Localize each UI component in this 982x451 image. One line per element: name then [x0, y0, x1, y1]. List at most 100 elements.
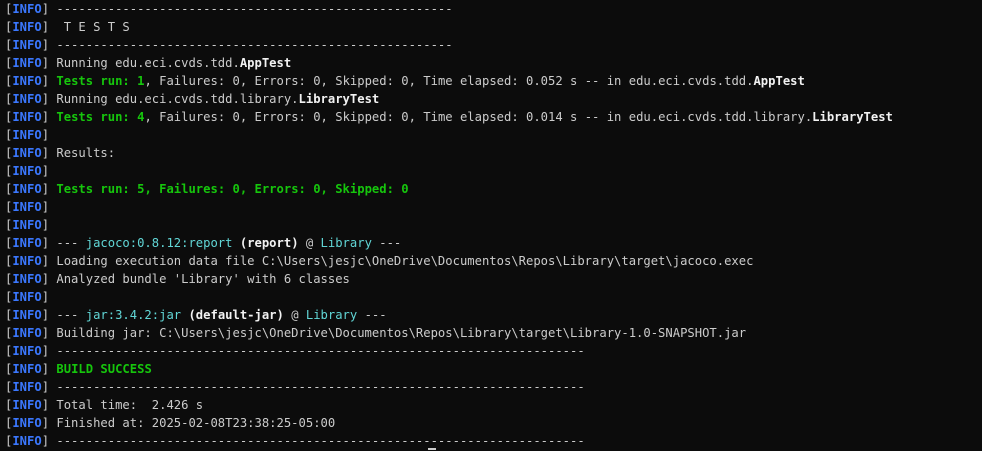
log-text-plain: @ — [298, 236, 321, 250]
log-text-plain: @ — [283, 308, 306, 322]
log-prefix-close: ] — [41, 362, 50, 376]
log-level-tag: INFO — [12, 92, 42, 106]
log-text-plain: --- — [49, 236, 86, 250]
log-line: [INFO] Tests run: 4, Failures: 0, Errors… — [5, 108, 980, 126]
log-level-tag: INFO — [12, 128, 42, 142]
log-level-tag: INFO — [12, 218, 42, 232]
log-level-tag: INFO — [12, 380, 42, 394]
log-line: [INFO] ---------------------------------… — [5, 36, 980, 54]
log-line: [INFO] ---------------------------------… — [5, 378, 980, 396]
log-text-plain: ----------------------------------------… — [49, 434, 585, 448]
log-level-tag: INFO — [12, 2, 42, 16]
log-prefix-close: ] — [41, 20, 50, 34]
log-level-tag: INFO — [12, 344, 42, 358]
log-text-green: Tests run: 1 — [56, 74, 145, 88]
log-prefix-close: ] — [41, 200, 50, 214]
log-prefix-close: ] — [41, 164, 50, 178]
log-text-cyan: jar:3.4.2:jar — [85, 308, 182, 322]
log-line: [INFO] --- jar:3.4.2:jar (default-jar) @… — [5, 306, 980, 324]
log-text-green: Tests run: 5, Failures: 0, Errors: 0, Sk… — [56, 182, 409, 196]
log-prefix-close: ] — [41, 128, 50, 142]
log-level-tag: INFO — [12, 272, 42, 286]
log-line: [INFO] Tests run: 5, Failures: 0, Errors… — [5, 180, 980, 198]
log-level-tag: INFO — [12, 398, 42, 412]
log-line: [INFO] Running edu.eci.cvds.tdd.AppTest — [5, 54, 980, 72]
log-prefix-close: ] — [41, 74, 50, 88]
log-text-cyan: Library — [305, 308, 358, 322]
log-level-tag: INFO — [12, 290, 42, 304]
log-line: [INFO] Results: — [5, 144, 980, 162]
log-line: [INFO] Analyzed bundle 'Library' with 6 … — [5, 270, 980, 288]
log-text-plain — [232, 236, 239, 250]
log-prefix-close: ] — [41, 416, 50, 430]
text-cursor — [428, 448, 436, 450]
log-level-tag: INFO — [12, 434, 42, 448]
log-text-bold: AppTest — [239, 56, 292, 70]
log-text-plain: , Failures: 0, Errors: 0, Skipped: 0, Ti… — [144, 74, 754, 88]
log-text-plain: Finished at: 2025-02-08T23:38:25-05:00 — [49, 416, 336, 430]
log-level-tag: INFO — [12, 308, 42, 322]
log-line: [INFO] Finished at: 2025-02-08T23:38:25-… — [5, 414, 980, 432]
log-level-tag: INFO — [12, 20, 42, 34]
log-level-tag: INFO — [12, 182, 42, 196]
log-text-plain: --- — [49, 308, 86, 322]
log-text-cyan: Library — [320, 236, 372, 250]
log-text-bold: LibraryTest — [812, 110, 893, 124]
log-text-green: BUILD SUCCESS — [56, 362, 152, 376]
log-text-plain: Building jar: C:\Users\jesjc\OneDrive\Do… — [49, 326, 747, 340]
log-prefix-close: ] — [41, 326, 50, 340]
log-text-plain: Analyzed bundle 'Library' with 6 classes — [49, 272, 350, 286]
log-line: [INFO] — [5, 288, 980, 306]
log-text-bold: (report) — [239, 236, 299, 250]
log-line: [INFO] BUILD SUCCESS — [5, 360, 980, 378]
log-line: [INFO] --- jacoco:0.8.12:report (report)… — [5, 234, 980, 252]
log-prefix-close: ] — [41, 2, 50, 16]
log-line: [INFO] Tests run: 1, Failures: 0, Errors… — [5, 72, 980, 90]
log-level-tag: INFO — [12, 326, 42, 340]
log-level-tag: INFO — [12, 254, 42, 268]
log-prefix-close: ] — [41, 380, 50, 394]
log-line: [INFO] Building jar: C:\Users\jesjc\OneD… — [5, 324, 980, 342]
log-prefix-close: ] — [41, 92, 50, 106]
log-level-tag: INFO — [12, 416, 42, 430]
terminal-output[interactable]: [INFO] ---------------------------------… — [5, 0, 980, 450]
log-text-bold: LibraryTest — [298, 92, 380, 106]
log-line: [INFO] — [5, 162, 980, 180]
log-prefix-close: ] — [41, 272, 50, 286]
log-line: [INFO] T E S T S — [5, 18, 980, 36]
log-line: [INFO] — [5, 126, 980, 144]
log-text-plain: Running edu.eci.cvds.tdd.library. — [49, 92, 299, 106]
log-line: [INFO] — [5, 198, 980, 216]
log-text-plain: ----------------------------------------… — [49, 2, 453, 16]
log-level-tag: INFO — [12, 110, 42, 124]
log-text-plain: Running edu.eci.cvds.tdd. — [49, 56, 240, 70]
log-text-plain: , Failures: 0, Errors: 0, Skipped: 0, Ti… — [144, 110, 813, 124]
log-line: [INFO] ---------------------------------… — [5, 0, 980, 18]
log-prefix-close: ] — [41, 344, 50, 358]
log-level-tag: INFO — [12, 200, 42, 214]
log-text-plain: --- — [357, 308, 387, 322]
log-prefix-close: ] — [41, 182, 50, 196]
log-prefix-close: ] — [41, 254, 50, 268]
log-text-plain: Results: — [49, 146, 116, 160]
log-text-plain: ----------------------------------------… — [49, 380, 585, 394]
log-text-plain: Loading execution data file C:\Users\jes… — [49, 254, 754, 268]
log-prefix-close: ] — [41, 290, 50, 304]
log-level-tag: INFO — [12, 236, 42, 250]
log-prefix-close: ] — [41, 110, 50, 124]
log-prefix-close: ] — [41, 434, 50, 448]
log-prefix-close: ] — [41, 56, 50, 70]
log-prefix-close: ] — [41, 398, 50, 412]
log-line: [INFO] — [5, 216, 980, 234]
log-text-bold: (default-jar) — [188, 308, 284, 322]
log-level-tag: INFO — [12, 164, 42, 178]
log-text-bold: AppTest — [753, 74, 805, 88]
log-line: [INFO] ---------------------------------… — [5, 342, 980, 360]
log-prefix-close: ] — [41, 218, 50, 232]
log-line: [INFO] ---------------------------------… — [5, 432, 980, 450]
log-text-plain: ----------------------------------------… — [49, 344, 585, 358]
log-prefix-close: ] — [41, 308, 50, 322]
log-prefix-close: ] — [41, 236, 50, 250]
log-level-tag: INFO — [12, 146, 42, 160]
log-line: [INFO] Loading execution data file C:\Us… — [5, 252, 980, 270]
